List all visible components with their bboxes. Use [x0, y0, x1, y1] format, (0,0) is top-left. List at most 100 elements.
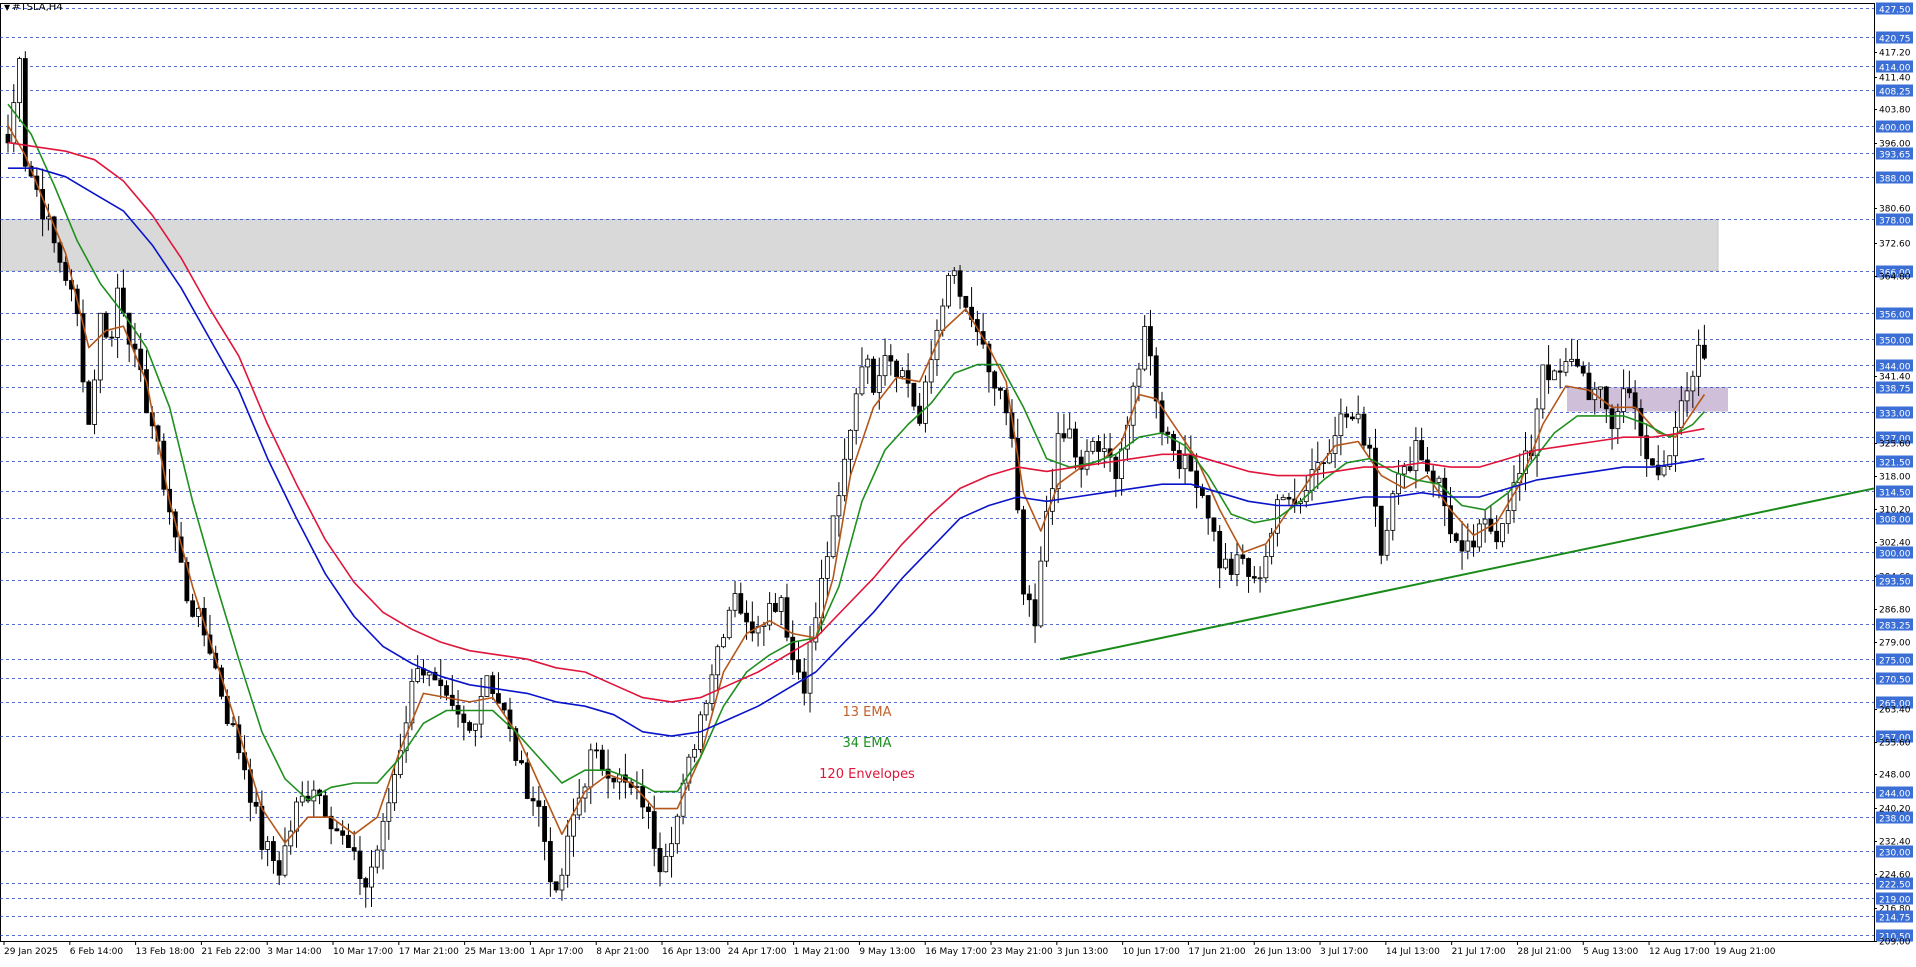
- candle-body: [490, 675, 496, 694]
- candle-body: [998, 387, 1003, 391]
- candle-body: [1344, 413, 1350, 418]
- candle-body: [1557, 370, 1563, 373]
- time-tick-label: 23 May 21:00: [991, 947, 1053, 957]
- price-tick-label: 230.00: [1879, 849, 1911, 859]
- price-tick-label: 314.50: [1879, 489, 1911, 499]
- time-tick-label: 17 Mar 21:00: [399, 947, 459, 957]
- candle-body: [1171, 433, 1176, 451]
- price-tick-label: 238.00: [1879, 815, 1911, 825]
- candle-body: [911, 382, 917, 407]
- candle-body: [1182, 454, 1188, 470]
- candle-body: [5, 133, 11, 144]
- price-tick-label: 344.00: [1879, 363, 1911, 373]
- price-tick-label: 275.00: [1879, 657, 1911, 667]
- price-tick-label: 214.75: [1879, 914, 1911, 924]
- time-tick-label: 13 Feb 18:00: [136, 947, 195, 957]
- candle-body: [1378, 505, 1384, 556]
- candle-body: [888, 355, 894, 362]
- candle-body: [547, 841, 553, 883]
- price-tick-label: 388.00: [1879, 175, 1911, 185]
- candle-body: [524, 762, 530, 799]
- candle-body: [1609, 408, 1615, 430]
- candle-body: [1390, 493, 1396, 531]
- candle-body: [1575, 358, 1580, 367]
- candle-body: [1494, 530, 1500, 543]
- candle-body: [334, 828, 340, 832]
- time-tick-label: 19 Aug 21:00: [1715, 947, 1776, 957]
- candle-body: [1228, 558, 1234, 575]
- candle-body: [1534, 408, 1540, 457]
- price-tick-label: 279.00: [1879, 639, 1911, 649]
- candle-body: [830, 515, 836, 558]
- price-tick-label: 325.60: [1879, 440, 1911, 450]
- candle-body: [1217, 530, 1223, 569]
- price-tick-label: 378.00: [1879, 217, 1911, 227]
- candle-body: [369, 866, 374, 888]
- candle-body: [363, 878, 369, 888]
- price-tick-label: 380.60: [1879, 205, 1911, 215]
- candle-body: [928, 359, 934, 383]
- candle-body: [1401, 466, 1407, 475]
- price-chart[interactable]: 427.50 420.75 417.20 414.00411.40 408.25 403.…: [0, 0, 1916, 963]
- candle-body: [801, 671, 807, 694]
- price-tick-label: 417.20: [1879, 49, 1911, 59]
- candle-body: [276, 860, 282, 876]
- candle-body: [1367, 444, 1373, 449]
- price-tick-label: 270.50: [1879, 676, 1911, 686]
- candle-body: [17, 58, 22, 104]
- candle-body: [905, 370, 911, 384]
- time-tick-label: 21 Jul 17:00: [1452, 947, 1506, 957]
- candle-body: [1696, 344, 1702, 377]
- candle-body: [461, 713, 467, 723]
- candle-body: [92, 379, 97, 425]
- price-tick-label: 400.00: [1879, 124, 1911, 134]
- candle-body: [1165, 431, 1171, 435]
- price-tick-label: 393.65: [1879, 151, 1911, 161]
- candle-body: [824, 556, 830, 579]
- candle-body: [501, 702, 507, 711]
- candle-body: [1425, 459, 1430, 472]
- support-trendline: [1059, 487, 1875, 661]
- candle-body: [519, 760, 524, 764]
- candle-body: [1240, 554, 1246, 559]
- price-tick-label: 293.50: [1879, 578, 1911, 588]
- candle-body: [259, 805, 265, 850]
- dropdown-arrow-icon[interactable]: ▼: [4, 3, 10, 12]
- candle-body: [1119, 448, 1125, 479]
- candle-body: [1673, 426, 1678, 457]
- candle-body: [871, 358, 876, 393]
- candle-body: [1540, 364, 1546, 410]
- candle-body: [496, 693, 501, 704]
- price-tick-label: 427.50: [1879, 6, 1911, 16]
- candle-body: [484, 675, 490, 697]
- price-tick-label: 321.50: [1879, 459, 1911, 469]
- price-tick-label: 248.00: [1879, 771, 1911, 781]
- price-tick-label: 403.80: [1879, 106, 1911, 116]
- candle-body: [553, 881, 559, 891]
- candle-body: [1061, 433, 1067, 439]
- price-tick-label: 222.50: [1879, 881, 1911, 891]
- candle-body: [415, 668, 421, 682]
- candle-body: [946, 275, 951, 307]
- candle-body: [1505, 510, 1511, 525]
- candle-body: [467, 722, 473, 731]
- candle-body: [1205, 495, 1211, 519]
- candle-body: [1632, 392, 1638, 409]
- candle-body: [1263, 556, 1269, 579]
- candle-body: [1626, 388, 1632, 394]
- candle-body: [1684, 390, 1690, 402]
- candle-body: [1090, 441, 1096, 452]
- candle-body: [1563, 361, 1569, 373]
- candle-body: [1350, 416, 1355, 420]
- chart-area[interactable]: ▼ #TSLA,H4 427.50 420.75 417.20 414.00 411.40…: [0, 0, 1916, 963]
- legend-label: 120 Envelopes: [819, 767, 915, 782]
- candle-body: [1286, 496, 1292, 500]
- price-tick-label: 356.00: [1879, 311, 1911, 321]
- candle-body: [121, 287, 126, 314]
- candle-body: [132, 343, 138, 350]
- candle-body: [1073, 428, 1078, 458]
- price-tick-label: 244.00: [1879, 790, 1911, 800]
- candle-body: [951, 270, 957, 276]
- candle-body: [1407, 466, 1413, 472]
- candle-body: [190, 600, 196, 617]
